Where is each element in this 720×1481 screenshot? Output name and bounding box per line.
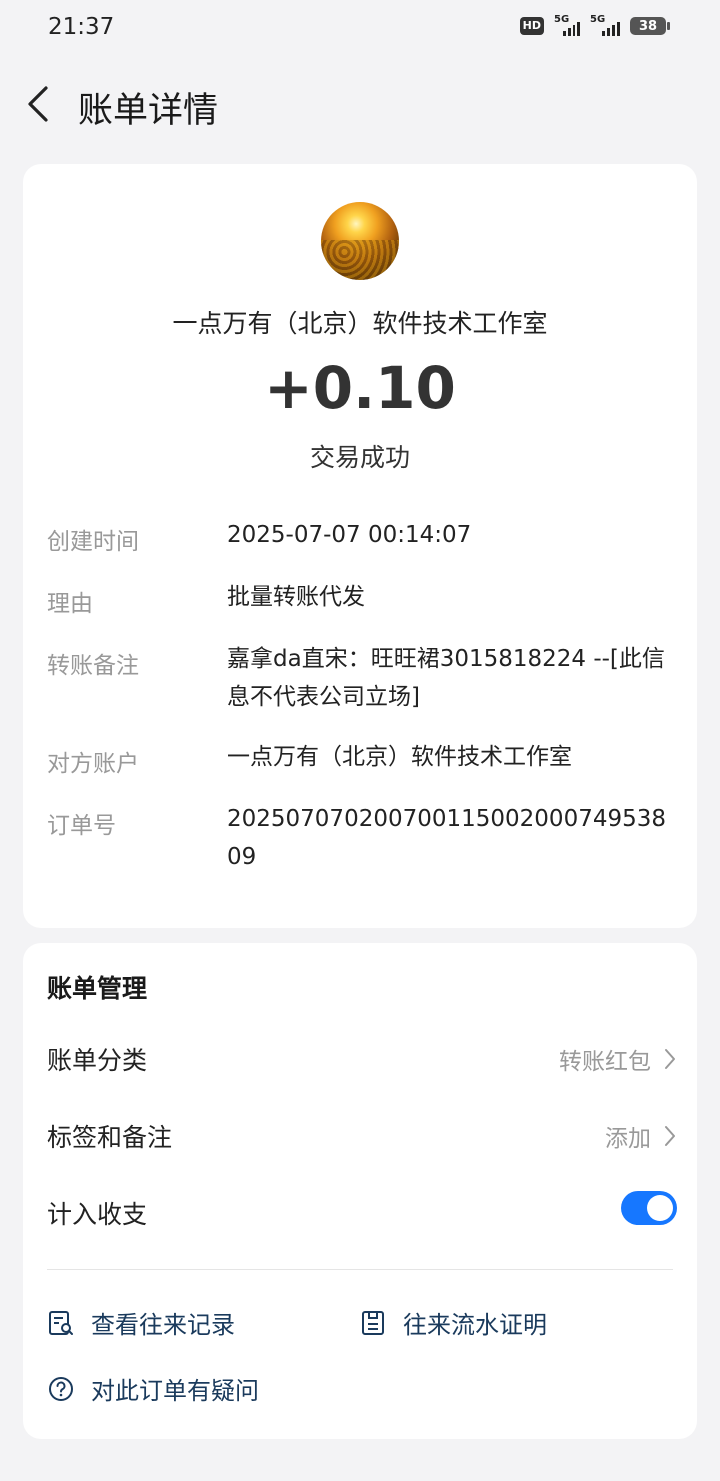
detail-value[interactable]: 20250707020070011500200074953809 [227,800,677,876]
detail-value: 一点万有（北京）软件技术工作室 [227,744,572,770]
transaction-status: 交易成功 [309,443,410,472]
detail-value: 2025-07-07 00:14:07 [227,522,472,548]
status-icons: HD 5G 5G 38 [519,14,670,36]
bill-category-value: 转账红包 [559,1049,651,1075]
detail-label: 理由 [47,591,93,617]
detail-label: 转账备注 [47,653,139,679]
view-history-label: 查看往来记录 [91,1311,235,1339]
status-time: 21:37 [48,14,115,40]
detail-label: 订单号 [47,813,116,839]
tags-notes-row[interactable]: 标签和备注 添加 [47,1118,677,1158]
document-icon [362,1310,384,1335]
detail-value: 嘉拿da直宋：旺旺裙3015818224 --[此信息不代表公司立场] [227,646,665,710]
tags-notes-value: 添加 [605,1126,651,1152]
statement-proof-button[interactable]: 往来流水证明 [359,1305,547,1340]
include-in-stats-row: 计入收支 [47,1191,677,1235]
order-question-label: 对此订单有疑问 [91,1377,259,1405]
statement-proof-label: 往来流水证明 [403,1311,547,1339]
back-arrow-icon[interactable] [24,84,54,124]
signal-icon-1: 5G [554,14,581,36]
signal-icon-2: 5G [590,14,620,36]
question-circle-icon [49,1376,73,1401]
bill-manage-card: 账单管理 账单分类 转账红包 标签和备注 添加 计入收支 查看往来记录 往来流水… [23,943,697,1439]
hd-icon: HD [519,17,544,35]
battery-level: 38 [638,18,658,34]
include-in-stats-label: 计入收支 [47,1200,148,1229]
bill-category-label: 账单分类 [47,1046,148,1075]
section-title: 账单管理 [47,974,148,1003]
chevron-right-icon [665,1049,675,1069]
order-question-button[interactable]: 对此订单有疑问 [47,1371,259,1406]
divider [47,1269,673,1270]
transaction-amount: +0.10 [264,354,456,422]
detail-value: 批量转账代发 [227,584,365,610]
network-type-2: 5G [590,14,606,25]
toggle-knob [647,1195,673,1221]
detail-label: 对方账户 [47,751,139,777]
network-type-1: 5G [554,14,570,25]
include-in-stats-toggle[interactable] [621,1191,677,1225]
detail-label: 创建时间 [47,529,139,555]
chevron-right-icon [665,1126,675,1146]
view-history-button[interactable]: 查看往来记录 [47,1305,235,1340]
status-bar: 21:37 HD 5G 5G 38 [0,0,720,56]
merchant-name: 一点万有（北京）软件技术工作室 [172,309,548,338]
merchant-avatar [321,202,399,280]
battery-icon: 38 [630,17,670,35]
header: 账单详情 [0,70,720,140]
transaction-card: 一点万有（北京）软件技术工作室 +0.10 交易成功 创建时间 2025-07-… [23,164,697,928]
tags-notes-label: 标签和备注 [47,1123,173,1152]
page-title: 账单详情 [78,91,219,131]
bill-category-row[interactable]: 账单分类 转账红包 [47,1041,677,1081]
record-search-icon [49,1310,73,1335]
